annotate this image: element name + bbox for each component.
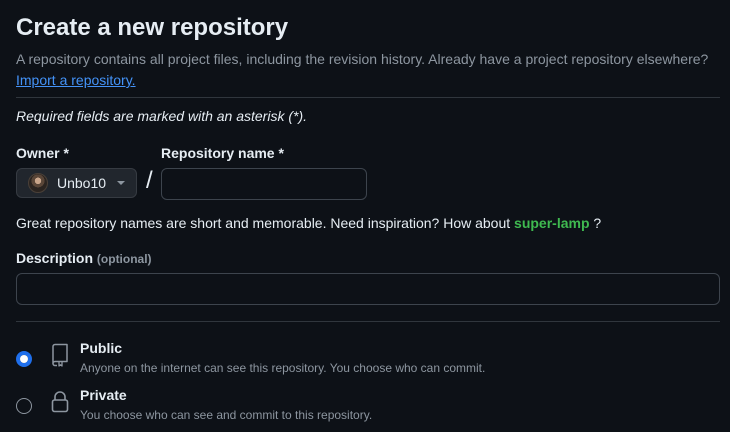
import-repository-link[interactable]: Import a repository. — [16, 72, 136, 88]
public-radio[interactable] — [16, 351, 32, 367]
page-subtitle: A repository contains all project files,… — [16, 49, 726, 91]
public-title: Public — [80, 340, 123, 356]
owner-label: Owner * — [16, 145, 69, 161]
avatar — [28, 173, 48, 193]
description-label: Description — [16, 250, 94, 266]
header-divider — [16, 97, 720, 98]
lock-icon — [51, 391, 69, 413]
private-description: You choose who can see and commit to thi… — [80, 408, 373, 422]
suggested-name-link[interactable]: super-lamp — [514, 215, 589, 231]
optional-tag: (optional) — [96, 252, 152, 266]
owner-repo-separator: / — [146, 167, 153, 194]
private-title: Private — [80, 387, 127, 403]
suggestion-suffix: ? — [593, 215, 602, 231]
repository-name-label: Repository name * — [161, 145, 284, 161]
subtitle-text: A repository contains all project files,… — [16, 51, 709, 67]
repo-icon — [52, 343, 68, 367]
name-suggestion: Great repository names are short and mem… — [16, 215, 601, 231]
repository-name-input[interactable] — [161, 168, 367, 200]
owner-name: Unbo10 — [57, 175, 107, 191]
chevron-down-icon — [117, 181, 126, 185]
description-label-group: Description (optional) — [16, 250, 152, 266]
page-title: Create a new repository — [16, 14, 289, 41]
required-fields-note: Required fields are marked with an aster… — [16, 108, 308, 124]
suggestion-prefix: Great repository names are short and mem… — [16, 215, 511, 231]
private-radio[interactable] — [16, 398, 32, 414]
owner-dropdown[interactable]: Unbo10 — [16, 168, 137, 198]
visibility-divider — [16, 321, 720, 322]
description-input[interactable] — [16, 273, 720, 305]
public-description: Anyone on the internet can see this repo… — [80, 361, 486, 375]
